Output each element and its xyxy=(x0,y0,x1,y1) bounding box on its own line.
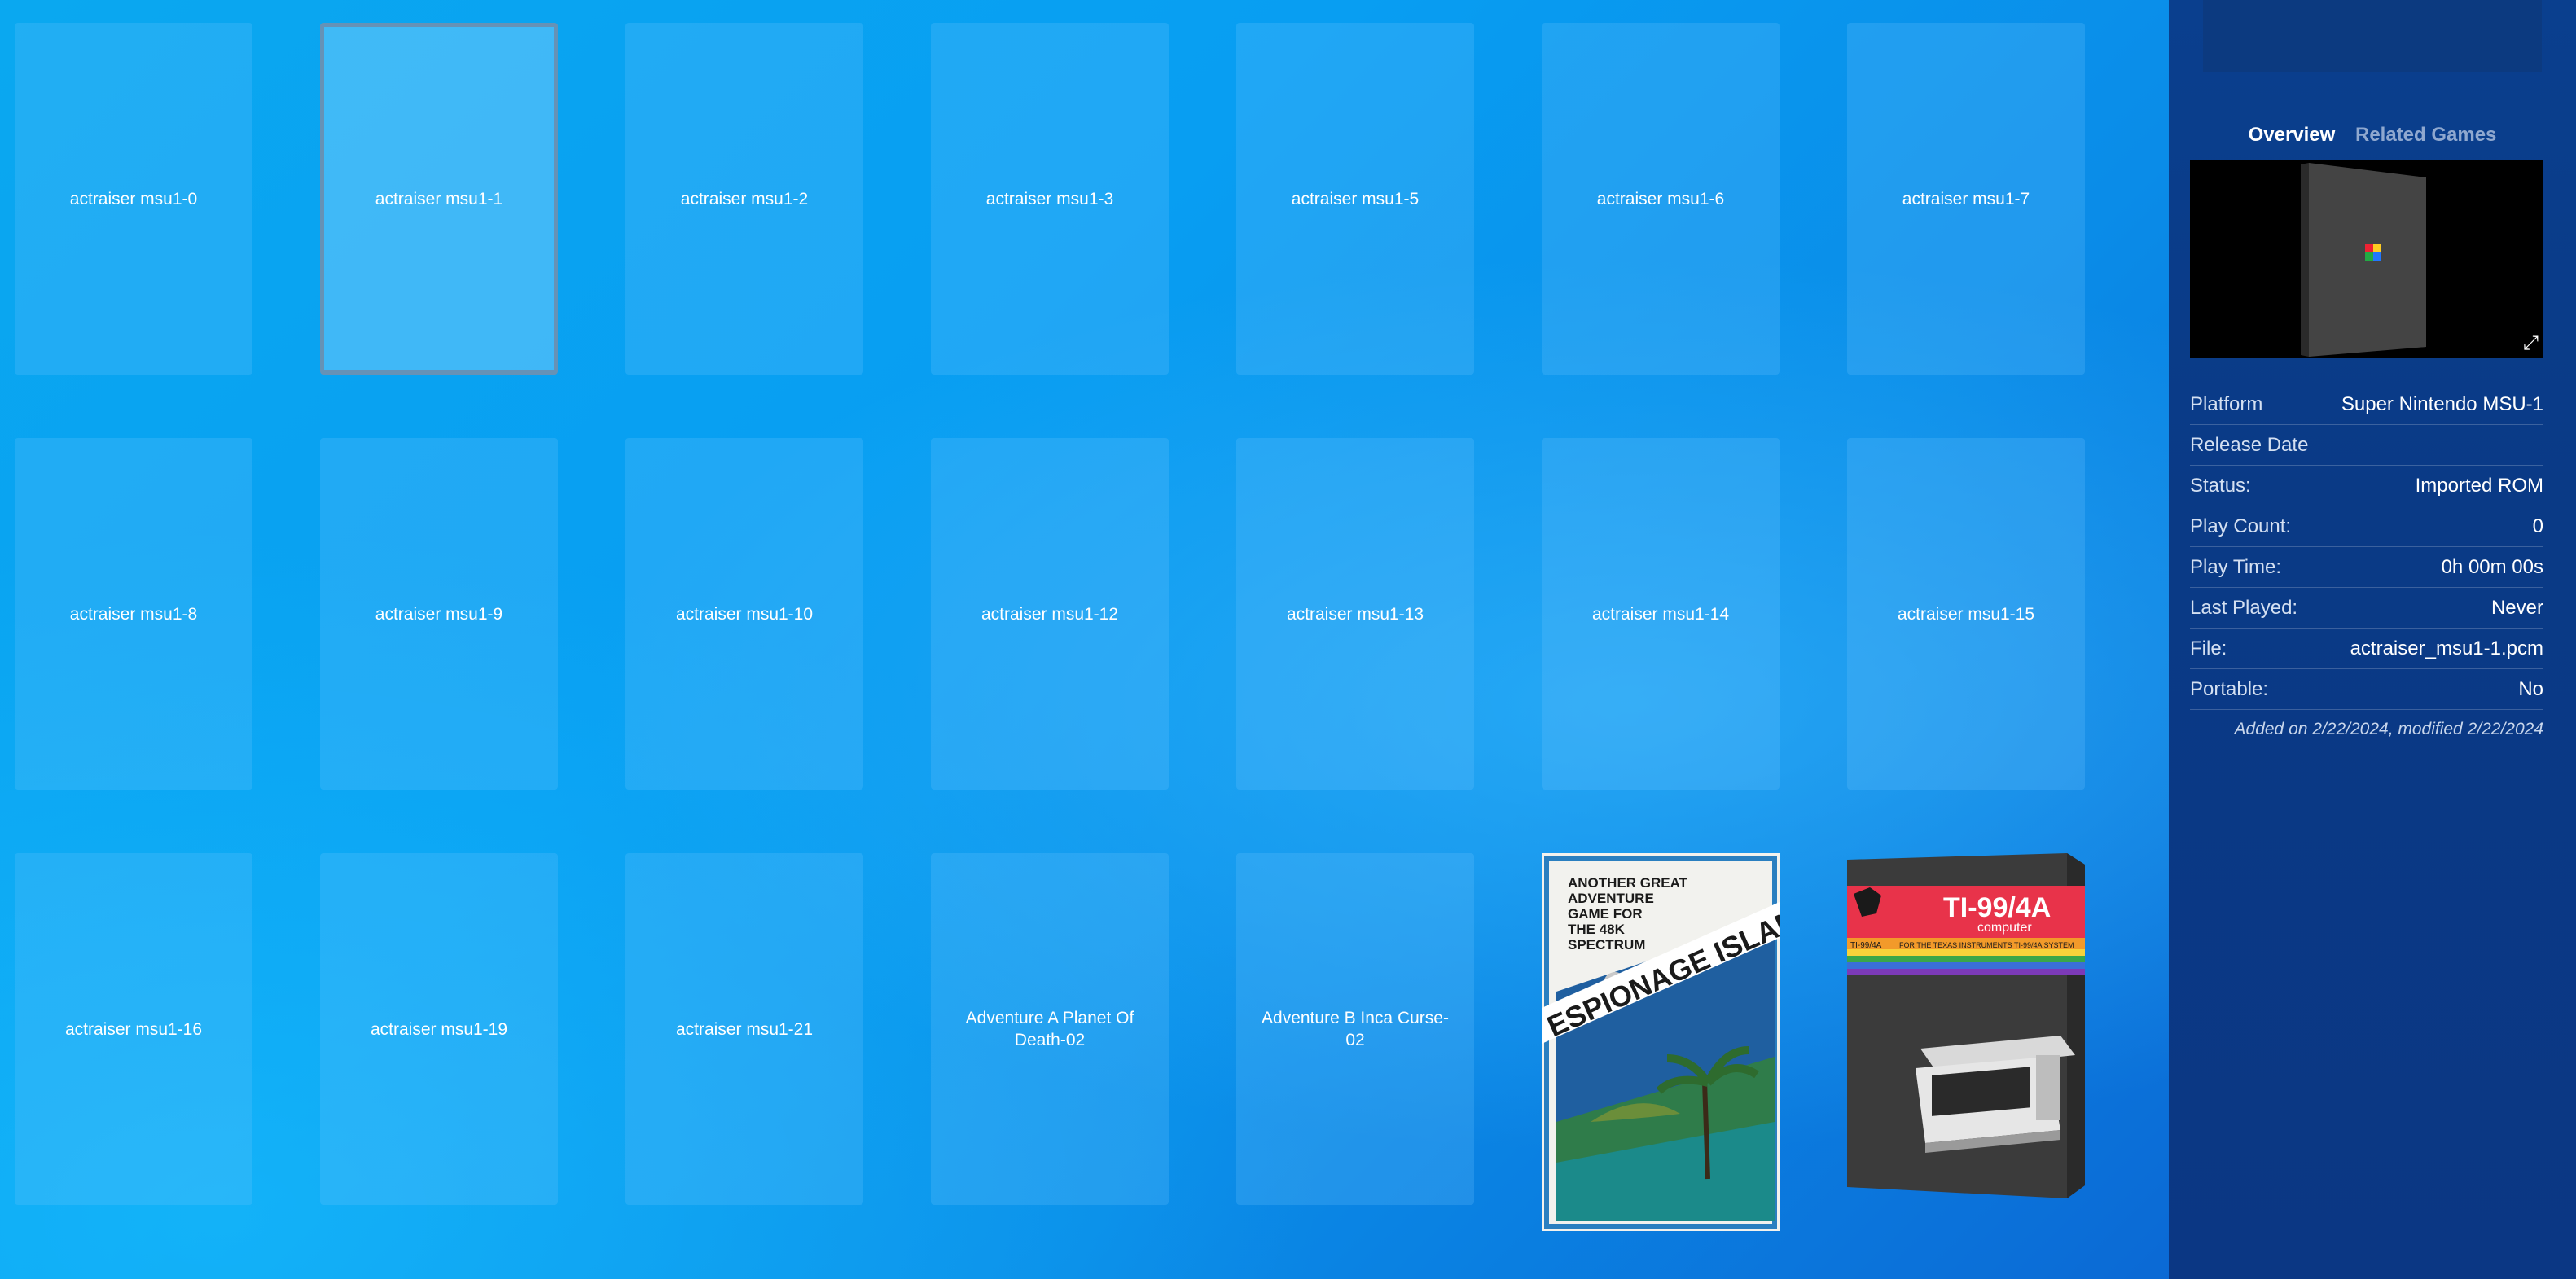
game-tile[interactable]: actraiser msu1-5 xyxy=(1236,23,1474,375)
game-tile[interactable]: actraiser msu1-16 xyxy=(15,853,252,1205)
game-cover-espionage[interactable]: ESPIONAGE ISLAND ANOTHER GREAT ADVENTURE G… xyxy=(1542,853,1780,1231)
info-row: File: actraiser_msu1-1.pcm xyxy=(2190,629,2543,669)
game-tile[interactable]: actraiser msu1-0 xyxy=(15,23,252,375)
panel-header-box xyxy=(2203,0,2542,72)
game-tile[interactable]: actraiser msu1-6 xyxy=(1542,23,1780,375)
info-row: Release Date xyxy=(2190,425,2543,466)
game-tile-label: actraiser msu1-9 xyxy=(375,604,503,624)
box-3d-render xyxy=(2301,163,2426,357)
cover-logo: TI-99/4A xyxy=(1943,892,2051,923)
game-tile[interactable]: actraiser msu1-8 xyxy=(15,438,252,790)
game-tile-label: actraiser msu1-10 xyxy=(675,604,814,624)
game-tile[interactable]: actraiser msu1-19 xyxy=(320,853,558,1205)
added-modified-text: Added on 2/22/2024, modified 2/22/2024 xyxy=(2234,720,2543,738)
game-tile[interactable]: actraiser msu1-13 xyxy=(1236,438,1474,790)
game-tile[interactable]: actraiser msu1-7 xyxy=(1847,23,2085,375)
info-key: Platform xyxy=(2190,392,2263,415)
tab-bar: Overview Related Games xyxy=(2169,124,2576,147)
info-key: Release Date xyxy=(2190,433,2309,456)
game-tile-label: actraiser msu1-5 xyxy=(1291,189,1420,208)
info-value: actraiser_msu1-1.pcm xyxy=(2350,637,2543,659)
game-tile-label: actraiser msu1-12 xyxy=(981,604,1119,624)
info-key: File: xyxy=(2190,637,2227,659)
info-row: Status: Imported ROM xyxy=(2190,466,2543,506)
tab-related-games[interactable]: Related Games xyxy=(2355,124,2496,147)
game-tile[interactable]: actraiser msu1-2 xyxy=(625,23,863,375)
info-key: Status: xyxy=(2190,474,2251,497)
cover-tagline: GAME FOR xyxy=(1568,906,1643,922)
game-tile-label: actraiser msu1-13 xyxy=(1286,604,1424,624)
game-tile-label: actraiser msu1-0 xyxy=(69,189,198,208)
game-tile[interactable]: actraiser msu1-10 xyxy=(625,438,863,790)
cube-logo-icon xyxy=(2365,244,2373,252)
info-key: Last Played: xyxy=(2190,596,2298,619)
expand-icon[interactable]: ⤢ xyxy=(2523,332,2539,355)
tab-overview[interactable]: Overview xyxy=(2249,124,2336,147)
info-value: Never xyxy=(2490,596,2543,619)
game-tile-label: actraiser msu1-14 xyxy=(1591,604,1730,624)
game-tile-label: actraiser msu1-3 xyxy=(985,189,1114,208)
cover-tagline: SPECTRUM xyxy=(1568,937,1645,953)
game-tile-label: Adventure B Inca Curse-02 xyxy=(1262,1009,1449,1049)
game-tile-label: actraiser msu1-15 xyxy=(1897,604,2035,624)
info-value: 0h 00m 00s xyxy=(2441,555,2543,578)
details-panel: Overview Related Games ⤢ Platform Super N… xyxy=(2169,0,2576,1279)
game-tile-label: Adventure A Planet Of Death-02 xyxy=(965,1009,1134,1049)
info-row: Platform Super Nintendo MSU-1 xyxy=(2190,384,2543,425)
game-tile[interactable]: actraiser msu1-14 xyxy=(1542,438,1780,790)
game-grid: actraiser msu1-0 actraiser msu1-1 actraise… xyxy=(0,0,2169,1279)
game-tile[interactable]: actraiser msu1-3 xyxy=(931,23,1169,375)
info-row: Play Count: 0 xyxy=(2190,506,2543,547)
info-value: 0 xyxy=(2532,515,2543,537)
info-key: Play Count: xyxy=(2190,515,2292,537)
info-row: Portable: No xyxy=(2190,669,2543,710)
cover-small-logo: TI-99/4A xyxy=(1850,941,1882,950)
cover-stripe-text: FOR THE TEXAS INSTRUMENTS TI-99/4A SYSTE… xyxy=(1899,941,2074,949)
game-tile[interactable]: Adventure A Planet Of Death-02 xyxy=(931,853,1169,1205)
game-tile[interactable]: actraiser msu1-15 xyxy=(1847,438,2085,790)
game-tile-label: actraiser msu1-2 xyxy=(680,189,809,208)
info-row: Play Time: 0h 00m 00s xyxy=(2190,547,2543,588)
game-tile-label: actraiser msu1-21 xyxy=(675,1019,814,1039)
game-tile[interactable]: actraiser msu1-21 xyxy=(625,853,863,1205)
info-row: Last Played: Never xyxy=(2190,588,2543,629)
game-cover-ti99[interactable]: TI-99/4A computer TI-99/4A FOR THE TEXAS… xyxy=(1847,853,2085,1205)
info-value: No xyxy=(2518,677,2543,700)
game-tile[interactable]: Adventure B Inca Curse-02 xyxy=(1236,853,1474,1205)
info-value: Super Nintendo MSU-1 xyxy=(2341,392,2543,415)
info-list: Platform Super Nintendo MSU-1 Release Date… xyxy=(2190,384,2543,739)
cover-tagline: ADVENTURE xyxy=(1568,891,1654,906)
info-key: Portable: xyxy=(2190,677,2269,700)
info-key: Play Time: xyxy=(2190,555,2282,578)
game-tile-label: actraiser msu1-16 xyxy=(64,1019,203,1039)
game-tile-label: actraiser msu1-19 xyxy=(370,1019,508,1039)
game-tile[interactable]: actraiser msu1-12 xyxy=(931,438,1169,790)
game-tile-label: actraiser msu1-7 xyxy=(1902,189,2030,208)
info-value: Imported ROM xyxy=(2415,474,2543,497)
cover-subtitle: computer xyxy=(1977,921,2032,935)
cover-tagline: ANOTHER GREAT xyxy=(1568,875,1688,891)
box-preview[interactable]: ⤢ xyxy=(2190,160,2543,358)
game-tile[interactable]: actraiser msu1-1 xyxy=(320,23,558,375)
game-tile[interactable]: actraiser msu1-9 xyxy=(320,438,558,790)
game-tile-label: actraiser msu1-1 xyxy=(375,189,503,208)
game-tile-label: actraiser msu1-6 xyxy=(1596,189,1725,208)
game-tile-label: actraiser msu1-8 xyxy=(69,604,198,624)
cover-tagline: THE 48K xyxy=(1568,922,1626,937)
